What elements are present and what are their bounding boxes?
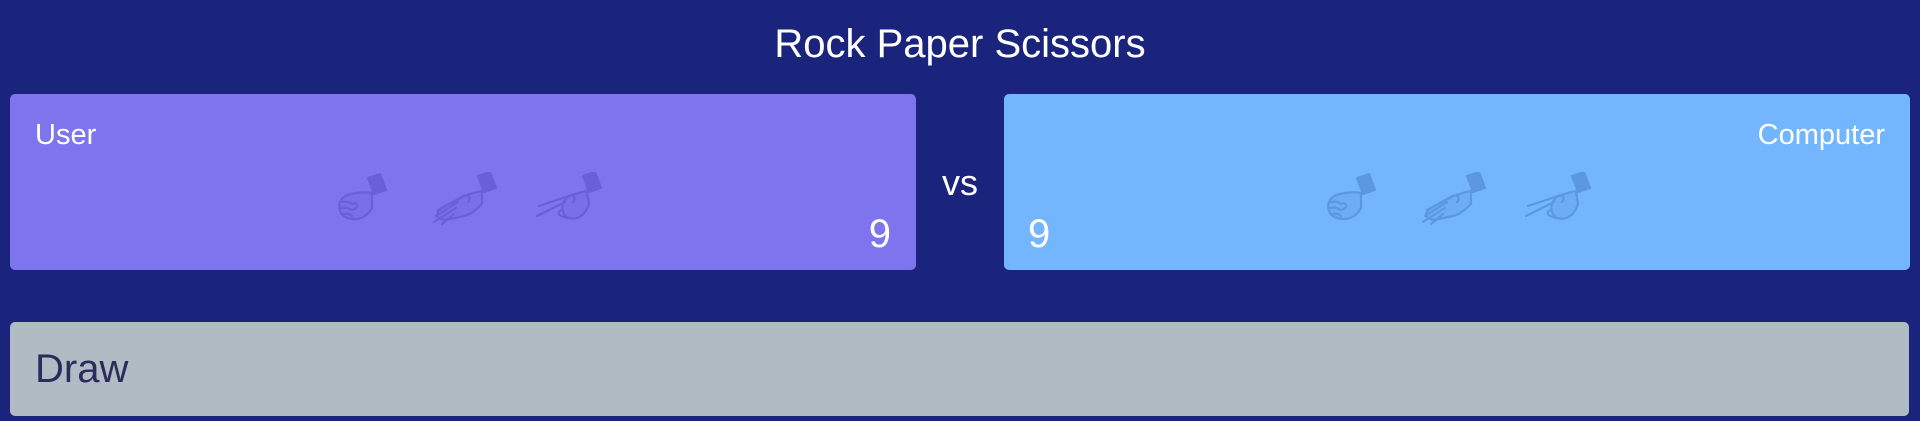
computer-paper-hand [1417,172,1487,226]
paper-hand-icon [432,172,498,226]
computer-label: Computer [1757,119,1885,151]
user-rock-button[interactable] [328,172,398,226]
paper-hand-icon [1421,172,1487,226]
rock-hand-icon [1327,172,1377,221]
vs-label: vs [942,162,978,203]
page-title: Rock Paper Scissors [774,22,1146,66]
user-paper-button[interactable] [428,172,498,226]
user-label: User [35,119,97,151]
scissors-hand-icon [535,172,603,220]
result-text: Draw [35,347,129,391]
computer-rock-hand [1317,172,1387,226]
rock-hand-icon [338,172,388,221]
computer-scissors-hand [1522,172,1592,226]
result-panel: Draw [10,322,1909,416]
user-scissors-button[interactable] [533,172,603,226]
computer-score: 9 [1028,212,1051,256]
user-score: 9 [868,212,891,256]
scissors-hand-icon [1524,172,1592,220]
user-panel: User 9 [10,94,916,270]
computer-panel: Computer 9 [1004,94,1910,270]
